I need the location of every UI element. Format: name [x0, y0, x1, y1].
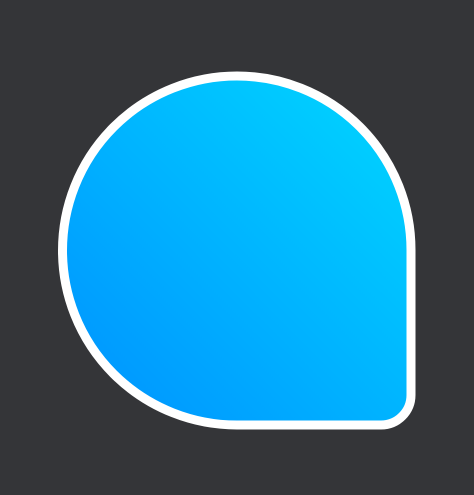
- bubble-shape: [58, 71, 416, 430]
- teardrop-bubble-icon: [58, 71, 416, 430]
- canvas: [0, 0, 474, 495]
